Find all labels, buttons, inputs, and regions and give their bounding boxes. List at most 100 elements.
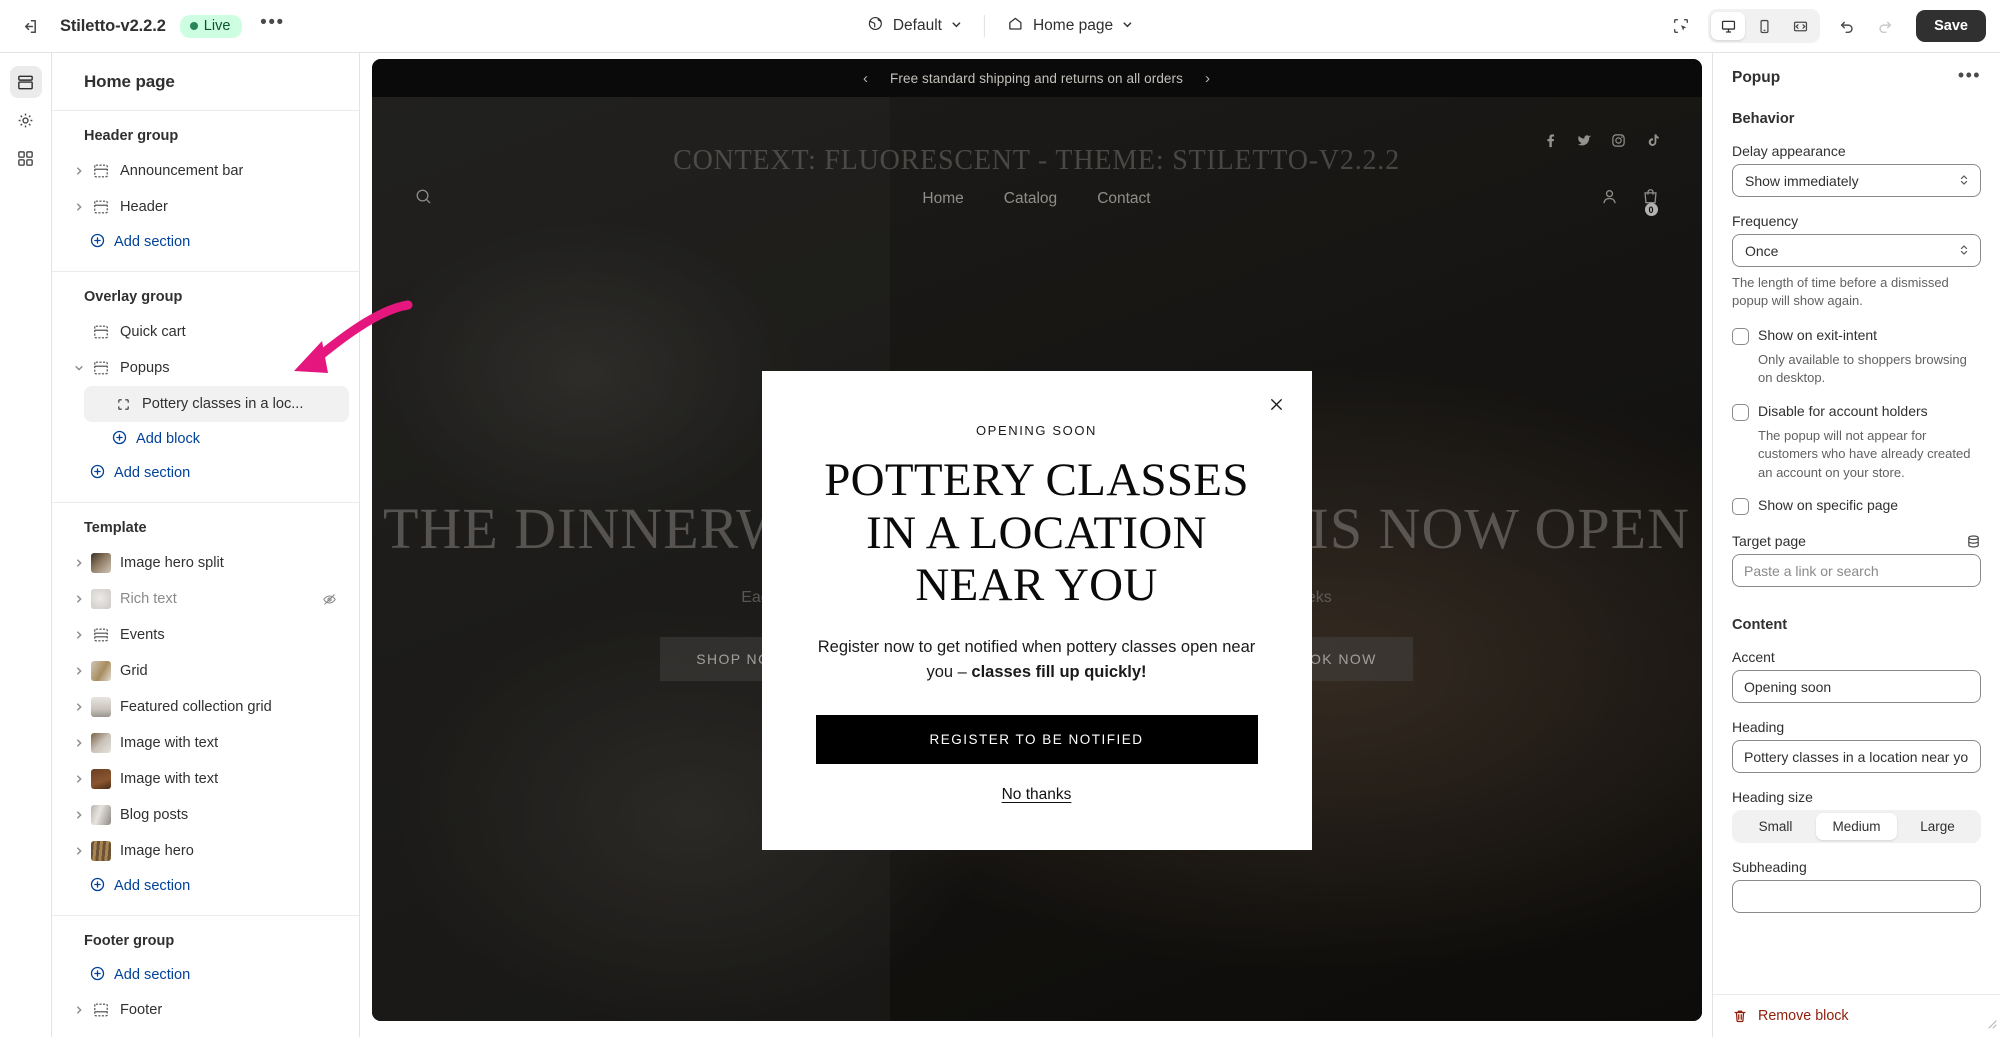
gear-icon[interactable]: [10, 104, 42, 136]
chevron-right-icon[interactable]: [70, 554, 88, 572]
apps-icon[interactable]: [10, 142, 42, 174]
plus-circle-icon: [90, 233, 105, 252]
target-page-input[interactable]: [1732, 554, 1981, 588]
show-on-specific-page-checkbox[interactable]: [1732, 498, 1749, 516]
target-page-label-row: Target page: [1732, 533, 1981, 549]
add-section-button[interactable]: Add section: [62, 958, 349, 992]
delay-appearance-value: Show immediately: [1745, 172, 1859, 189]
save-button[interactable]: Save: [1916, 10, 1986, 42]
remove-block-label: Remove block: [1758, 1008, 1849, 1024]
chevron-right-icon[interactable]: [70, 626, 88, 644]
undo-icon[interactable]: [1830, 9, 1864, 43]
sidebar-item-featured-collection-grid[interactable]: Featured collection grid: [62, 689, 349, 725]
heading-size-segmented-control: Small Medium Large: [1732, 810, 1981, 844]
heading-size-large[interactable]: Large: [1897, 813, 1978, 840]
announcement-bar: ‹ Free standard shipping and returns on …: [371, 59, 1702, 97]
market-selector-label: Default: [892, 17, 942, 34]
sidebar-block-pottery-popup[interactable]: Pottery classes in a loc...: [84, 386, 349, 422]
status-dot: [189, 21, 198, 30]
chevron-right-icon[interactable]: [70, 662, 88, 680]
block-icon: [113, 394, 133, 414]
chevron-right-icon[interactable]: [70, 1001, 88, 1019]
chevron-right-icon[interactable]: [70, 198, 88, 216]
resize-grip-icon[interactable]: [1985, 1016, 1997, 1034]
no-thanks-link[interactable]: No thanks: [1002, 786, 1072, 804]
exit-icon[interactable]: [12, 9, 46, 43]
register-button[interactable]: REGISTER TO BE NOTIFIED: [815, 715, 1258, 765]
settings-panel-scroll[interactable]: Behavior Delay appearance Show immediate…: [1713, 97, 2000, 994]
sections-icon[interactable]: [9, 66, 42, 98]
chevron-right-icon[interactable]: [70, 698, 88, 716]
chevron-right-icon[interactable]: [70, 162, 88, 180]
close-icon[interactable]: [1264, 391, 1290, 417]
chevron-right-icon[interactable]: [70, 734, 88, 752]
market-selector[interactable]: Default: [857, 9, 972, 43]
desktop-icon[interactable]: [1711, 12, 1746, 40]
chevron-down-icon[interactable]: [70, 359, 88, 377]
add-block-button[interactable]: Add block: [62, 422, 349, 456]
plus-circle-icon: [112, 430, 127, 449]
add-section-button[interactable]: Add section: [62, 869, 349, 903]
frequency-select[interactable]: Once: [1732, 234, 1981, 267]
storefront-preview[interactable]: ‹ Free standard shipping and returns on …: [371, 59, 1702, 1021]
subheading-input[interactable]: [1732, 880, 1981, 914]
globe-icon: [867, 15, 884, 37]
sidebar-item-quick-cart[interactable]: Quick cart: [62, 314, 349, 350]
accent-input[interactable]: [1732, 670, 1981, 704]
inspector-icon[interactable]: [1664, 9, 1698, 43]
sidebar-item-label: Events: [120, 627, 165, 643]
add-section-button[interactable]: Add section: [62, 225, 349, 259]
page-title: Home page: [52, 53, 359, 111]
remove-block-button[interactable]: Remove block: [1713, 994, 2000, 1037]
chevron-right-icon[interactable]: [70, 590, 88, 608]
theme-more-menu-button[interactable]: •••: [256, 10, 288, 42]
plus-circle-icon: [90, 464, 105, 483]
sidebar-item-label: Image hero split: [120, 555, 224, 571]
delay-appearance-select[interactable]: Show immediately: [1732, 164, 1981, 197]
sidebar-item-image-with-text-2[interactable]: Image with text: [62, 761, 349, 797]
chevron-right-icon[interactable]: [70, 806, 88, 824]
chevron-down-icon: [951, 17, 962, 35]
home-icon: [1007, 15, 1024, 37]
sidebar-item-header[interactable]: Header: [62, 189, 349, 225]
heading-size-small[interactable]: Small: [1735, 813, 1816, 840]
chevron-updown-icon: [1958, 243, 1970, 259]
heading-size-medium[interactable]: Medium: [1816, 813, 1897, 841]
disable-for-account-holders-checkbox[interactable]: [1732, 403, 1749, 421]
add-section-button[interactable]: Add section: [62, 456, 349, 490]
database-icon[interactable]: [1966, 534, 1981, 549]
page-selector[interactable]: Home page: [997, 9, 1143, 43]
sidebar-item-announcement-bar[interactable]: Announcement bar: [62, 153, 349, 189]
heading-input[interactable]: [1732, 740, 1981, 774]
sidebar-item-image-hero-split[interactable]: Image hero split: [62, 545, 349, 581]
disable-for-account-holders-row[interactable]: Disable for account holders: [1732, 403, 1981, 421]
show-on-specific-page-row[interactable]: Show on specific page: [1732, 497, 1981, 516]
status-badge: Live: [179, 14, 243, 38]
chevron-right-icon[interactable]: ›: [1183, 70, 1232, 87]
sidebar-group-overlay: Overlay group Quick cart Popups Pottery …: [52, 272, 359, 503]
show-on-exit-intent-row[interactable]: Show on exit-intent: [1732, 327, 1981, 345]
mobile-icon[interactable]: [1747, 12, 1781, 40]
sidebar-item-blog-posts[interactable]: Blog posts: [62, 797, 349, 833]
show-on-exit-intent-checkbox[interactable]: [1732, 327, 1749, 345]
eye-off-icon[interactable]: [322, 592, 337, 607]
settings-more-menu-button[interactable]: •••: [1958, 66, 1981, 84]
chevron-left-icon[interactable]: ‹: [841, 70, 890, 87]
fullscreen-icon[interactable]: [1783, 12, 1817, 40]
sidebar-item-popups[interactable]: Popups: [62, 350, 349, 386]
add-section-label: Add section: [114, 878, 191, 894]
storefront-preview-area: ‹ Free standard shipping and returns on …: [361, 53, 1712, 1037]
sidebar-group-footer: Footer group Add section Footer: [52, 916, 359, 1037]
sidebar-scroll[interactable]: Header group Announcement bar Header Add…: [52, 111, 359, 1037]
sidebar-group-header: Header group Announcement bar Header Add…: [52, 111, 359, 272]
page-selector-label: Home page: [1032, 17, 1114, 34]
sidebar-item-rich-text[interactable]: Rich text: [62, 581, 349, 617]
sidebar-item-footer[interactable]: Footer: [62, 992, 349, 1028]
chevron-right-icon[interactable]: [70, 842, 88, 860]
sidebar-item-events[interactable]: Events: [62, 617, 349, 653]
sidebar-item-image-hero[interactable]: Image hero: [62, 833, 349, 869]
chevron-right-icon[interactable]: [70, 770, 88, 788]
show-on-specific-page-label: Show on specific page: [1758, 497, 1899, 514]
sidebar-item-grid[interactable]: Grid: [62, 653, 349, 689]
sidebar-item-image-with-text-1[interactable]: Image with text: [62, 725, 349, 761]
